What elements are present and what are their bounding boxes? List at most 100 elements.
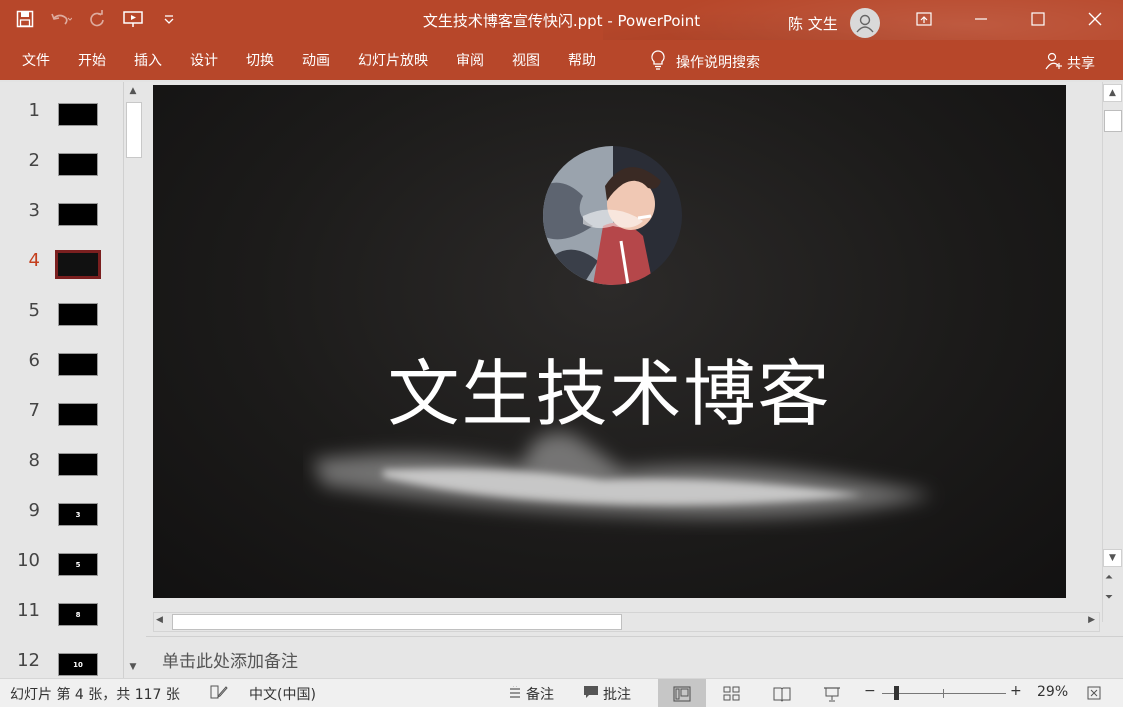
tell-me-search[interactable]: 操作说明搜索	[650, 50, 760, 74]
notes-icon	[508, 684, 522, 702]
thumbnail-slide-11[interactable]: 11 8	[0, 600, 124, 640]
slide-number: 10	[17, 550, 40, 571]
slide-thumbnail[interactable]	[58, 153, 98, 176]
comments-toggle-button[interactable]: 批注	[583, 684, 631, 704]
thumbnail-slide-7[interactable]: 7	[0, 400, 124, 440]
slide-sorter-view-button[interactable]	[708, 679, 756, 707]
zoom-out-button[interactable]: −	[864, 683, 876, 699]
tab-transitions[interactable]: 切换	[232, 51, 288, 71]
slide-thumbnail[interactable]: 3	[58, 503, 98, 526]
current-slide[interactable]: 文生技术博客	[153, 85, 1066, 598]
language-indicator[interactable]: 中文(中国)	[249, 684, 316, 704]
slide-thumbnail[interactable]	[58, 453, 98, 476]
user-name: 陈 文生	[788, 14, 838, 33]
ribbon-tabs-bar: 文件 开始 插入 设计 切换 动画 幻灯片放映 审阅 视图 帮助 操作说明搜索 …	[0, 40, 1123, 82]
tab-review[interactable]: 审阅	[442, 51, 498, 71]
scroll-left-arrow-icon[interactable]: ◀	[156, 615, 163, 625]
slide-thumbnail[interactable]	[58, 403, 98, 426]
presentation-from-start-icon[interactable]	[122, 8, 144, 30]
scrollbar-thumb[interactable]	[172, 614, 622, 630]
tab-animations[interactable]: 动画	[288, 51, 344, 71]
thumbnail-slide-2[interactable]: 2	[0, 150, 124, 190]
zoom-level[interactable]: 29%	[1037, 684, 1068, 700]
thumbnail-slide-6[interactable]: 6	[0, 350, 124, 390]
scroll-up-arrow-icon[interactable]: ▲	[124, 82, 142, 100]
title-bar: 文生技术博客宣传快闪.ppt - PowerPoint 陈 文生	[0, 0, 1123, 40]
status-bar: 幻灯片 第 4 张，共 117 张 中文(中国) 备注 批注 − + 29%	[0, 678, 1123, 707]
thumbnail-slide-4[interactable]: 4	[0, 250, 124, 290]
portrait-image[interactable]	[543, 146, 682, 285]
reading-view-button[interactable]	[758, 679, 806, 707]
share-label: 共享	[1067, 56, 1095, 72]
slide-number: 6	[28, 350, 40, 371]
thumbnail-slide-1[interactable]: 1	[0, 100, 124, 140]
tab-file[interactable]: 文件	[8, 51, 64, 71]
undo-icon[interactable]	[50, 8, 72, 30]
thumbnail-slide-9[interactable]: 9 3	[0, 500, 124, 540]
close-button[interactable]	[1066, 0, 1123, 38]
slide-thumbnail-selected[interactable]	[55, 250, 101, 279]
scroll-right-arrow-icon[interactable]: ▶	[1088, 615, 1095, 625]
tab-design[interactable]: 设计	[176, 51, 232, 71]
slide-thumbnail[interactable]	[58, 353, 98, 376]
ribbon-display-options-button[interactable]	[895, 0, 952, 38]
previous-slide-icon[interactable]: ⏶	[1105, 572, 1113, 583]
slide-number: 2	[28, 150, 40, 171]
thumbnail-slide-5[interactable]: 5	[0, 300, 124, 340]
maximize-button[interactable]	[1009, 0, 1066, 38]
scrollbar-thumb[interactable]	[126, 102, 142, 158]
thumbnail-slide-3[interactable]: 3	[0, 200, 124, 240]
avatar[interactable]	[849, 8, 880, 38]
slide-number: 9	[28, 500, 40, 521]
fit-slide-icon[interactable]	[1087, 686, 1101, 700]
notes-pane[interactable]: 单击此处添加备注	[146, 636, 1123, 678]
share-person-icon	[1045, 52, 1063, 74]
ribbon-tabs: 文件 开始 插入 设计 切换 动画 幻灯片放映 审阅 视图 帮助	[8, 51, 610, 71]
zoom-in-button[interactable]: +	[1010, 683, 1022, 699]
thumbnail-scrollbar[interactable]: ▲ ▼	[123, 82, 143, 678]
slide-counter: 幻灯片 第 4 张，共 117 张	[10, 684, 180, 704]
tell-me-label: 操作说明搜索	[676, 55, 760, 71]
redo-icon[interactable]	[86, 8, 108, 30]
customize-qat-chevron-icon[interactable]	[158, 8, 180, 30]
slide-thumbnail[interactable]	[58, 103, 98, 126]
slide-thumbnail[interactable]: 10	[58, 653, 98, 676]
zoom-slider-center-mark	[943, 689, 944, 698]
slide-thumbnail[interactable]	[58, 203, 98, 226]
save-icon[interactable]	[14, 8, 36, 30]
account-area[interactable]: 陈 文生	[788, 8, 880, 38]
scroll-down-arrow-icon[interactable]: ▼	[124, 658, 142, 676]
slide-thumbnail[interactable]: 5	[58, 553, 98, 576]
thumbnail-slide-10[interactable]: 10 5	[0, 550, 124, 590]
zoom-slider-knob[interactable]	[894, 686, 899, 700]
comment-icon	[583, 685, 599, 703]
tab-home[interactable]: 开始	[64, 51, 120, 71]
lightbulb-icon	[650, 50, 666, 74]
notes-placeholder[interactable]: 单击此处添加备注	[162, 647, 298, 672]
slide-horizontal-scrollbar[interactable]: ◀ ▶	[153, 612, 1100, 632]
slide-counter-text: 幻灯片 第 4 张，共 117 张	[10, 687, 180, 703]
slide-show-view-button[interactable]	[808, 679, 856, 707]
scrollbar-thumb[interactable]	[1104, 110, 1122, 132]
next-slide-icon[interactable]: ⏷	[1105, 592, 1113, 603]
scroll-down-arrow-icon[interactable]: ▼	[1103, 549, 1122, 567]
normal-view-button[interactable]	[658, 679, 706, 707]
share-button[interactable]: 共享	[1045, 52, 1095, 74]
thumbnail-slide-8[interactable]: 8	[0, 450, 124, 490]
slide-number: 4	[28, 250, 40, 271]
slide-thumbnail[interactable]: 8	[58, 603, 98, 626]
minimize-button[interactable]	[952, 0, 1009, 38]
thumbnail-slide-12[interactable]: 12 10	[0, 650, 124, 678]
comments-label: 批注	[603, 687, 631, 703]
zoom-slider-track[interactable]	[882, 693, 1006, 694]
spell-check-icon[interactable]	[210, 685, 228, 699]
tab-help[interactable]: 帮助	[554, 51, 610, 71]
tab-view[interactable]: 视图	[498, 51, 554, 71]
slide-thumbnail[interactable]	[58, 303, 98, 326]
scroll-up-arrow-icon[interactable]: ▲	[1103, 84, 1122, 102]
slide-thumbnail-pane: 1 2 3 4 5 6 7 8 9 3 10 5 11 8 12 10 ▲ ▼	[0, 82, 146, 678]
notes-toggle-button[interactable]: 备注	[508, 684, 554, 704]
slide-vertical-scrollbar[interactable]: ▲ ▼ ⏶ ⏷	[1102, 82, 1123, 622]
tab-slide-show[interactable]: 幻灯片放映	[344, 51, 442, 71]
tab-insert[interactable]: 插入	[120, 51, 176, 71]
